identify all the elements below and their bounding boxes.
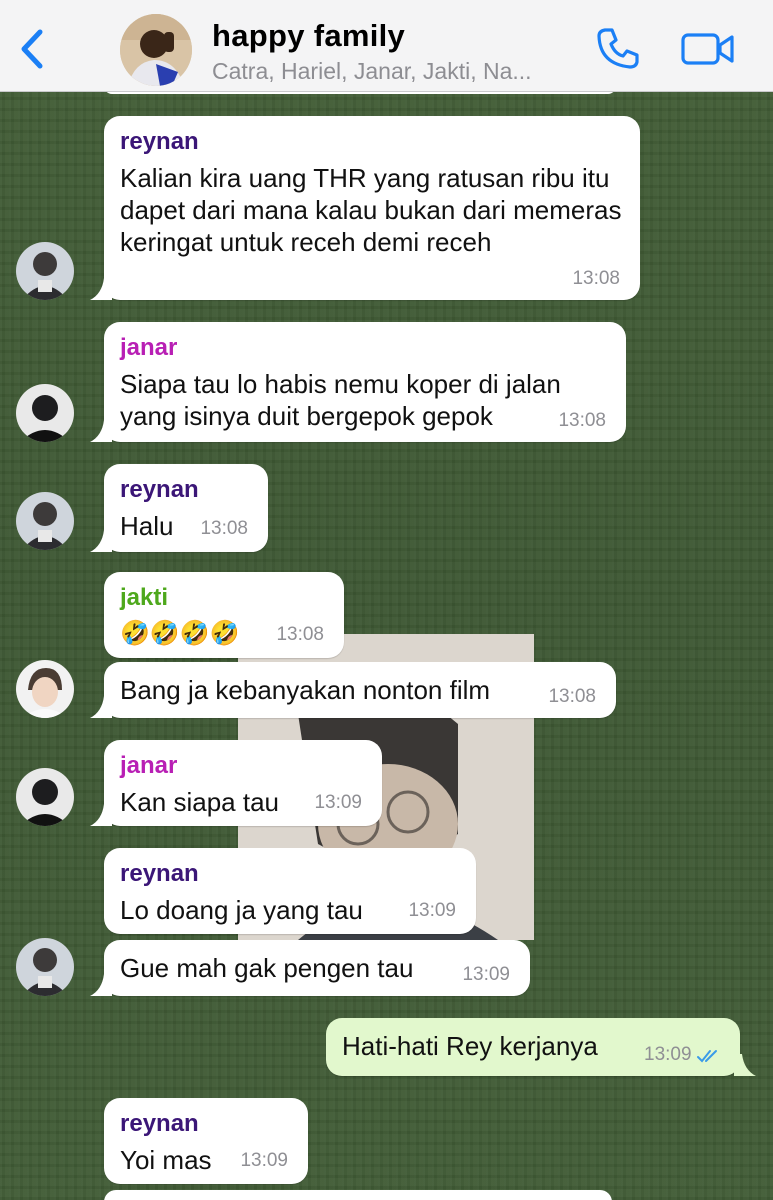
- sender-name[interactable]: reynan: [120, 128, 624, 156]
- message-time: 13:09: [314, 792, 362, 813]
- reynan-avatar[interactable]: [16, 938, 74, 996]
- bubble-tail-icon: [90, 804, 112, 826]
- message-bubble[interactable]: Bang ja kebanyakan nonton film 13:08: [90, 662, 616, 718]
- message-time: 13:08: [276, 624, 324, 645]
- janar-avatar[interactable]: [16, 384, 74, 442]
- group-members[interactable]: Catra, Hariel, Janar, Jakti, Na...: [212, 58, 582, 85]
- sender-name[interactable]: janar: [120, 752, 366, 780]
- message-time: 13:09: [644, 1044, 692, 1065]
- message-time: 13:09: [408, 900, 456, 921]
- user-photo-image: [16, 938, 74, 996]
- message-text: Yoi mas: [120, 1145, 212, 1175]
- janar-avatar[interactable]: [16, 768, 74, 826]
- outgoing-message-bubble[interactable]: Hati-hati Rey kerjanya 13:09: [326, 1018, 756, 1076]
- message-time: 13:08: [200, 518, 248, 539]
- message-time: 13:08: [548, 686, 596, 707]
- message-text: Hati-hati Rey kerjanya: [342, 1031, 598, 1061]
- message-text: Siapa tau lo habis nemu koper di jalan y…: [120, 369, 561, 431]
- sender-name[interactable]: janar: [120, 334, 610, 362]
- sender-name[interactable]: reynan: [120, 860, 460, 888]
- message-text: 🤣🤣🤣🤣: [120, 620, 240, 647]
- reynan-avatar[interactable]: [16, 242, 74, 300]
- chat-title[interactable]: happy family: [212, 18, 405, 54]
- video-call-button[interactable]: [680, 30, 736, 68]
- message-meta: 13:09: [644, 1044, 724, 1066]
- message-time: 13:09: [240, 1150, 288, 1171]
- back-button[interactable]: [14, 26, 50, 72]
- message-bubble[interactable]: reynan Halu 13:08: [90, 464, 268, 552]
- bubble-tail-icon: [90, 974, 112, 996]
- video-camera-icon: [681, 33, 734, 65]
- message-bubble[interactable]: reynan Yoi mas 13:09: [104, 1098, 308, 1184]
- message-text: Kalian kira uang THR yang ratusan ribu i…: [120, 163, 622, 257]
- bubble-tail-icon: [90, 420, 112, 442]
- read-receipt-icon: [697, 1049, 717, 1063]
- voice-call-button[interactable]: [596, 26, 640, 70]
- user-photo-image: [16, 768, 74, 826]
- message-text: Halu: [120, 511, 174, 541]
- chevron-left-icon: [21, 29, 43, 69]
- message-bubble[interactable]: reynan Kalian kira uang THR yang ratusan…: [90, 116, 640, 300]
- sender-name[interactable]: reynan: [120, 1110, 292, 1138]
- message-time: 13:08: [572, 268, 620, 289]
- jakti-avatar[interactable]: [16, 660, 74, 718]
- bubble-tail-icon: [90, 696, 112, 718]
- message-time: 13:08: [558, 410, 606, 431]
- bubble-tail-icon: [734, 1054, 756, 1076]
- message-bubble[interactable]: reynan Lo doang ja yang tau 13:09: [104, 848, 476, 934]
- user-photo-image: [16, 492, 74, 550]
- chat-header: happy family Catra, Hariel, Janar, Jakti…: [0, 0, 773, 92]
- next-message-edge: [104, 1190, 612, 1200]
- message-bubble[interactable]: Gue mah gak pengen tau 13:09: [90, 940, 530, 996]
- phone-icon: [597, 28, 639, 69]
- bubble-tail-icon: [90, 278, 112, 300]
- user-photo-image: [16, 242, 74, 300]
- sender-name[interactable]: jakti: [120, 584, 328, 612]
- sender-name[interactable]: reynan: [120, 476, 252, 504]
- message-text: Bang ja kebanyakan nonton film: [120, 675, 491, 705]
- reynan-avatar[interactable]: [16, 492, 74, 550]
- message-text: Kan siapa tau: [120, 787, 280, 817]
- message-text: Gue mah gak pengen tau: [120, 953, 414, 983]
- message-bubble[interactable]: jakti 🤣🤣🤣🤣 13:08: [104, 572, 344, 658]
- message-bubble[interactable]: janar Kan siapa tau 13:09: [90, 740, 382, 826]
- message-text: Lo doang ja yang tau: [120, 895, 363, 925]
- bubble-tail-icon: [90, 530, 112, 552]
- message-time: 13:09: [462, 964, 510, 985]
- group-avatar[interactable]: [120, 14, 192, 86]
- group-photo-image: [120, 14, 192, 86]
- message-bubble[interactable]: janar Siapa tau lo habis nemu koper di j…: [90, 322, 626, 442]
- user-photo-image: [16, 384, 74, 442]
- user-photo-image: [16, 660, 74, 718]
